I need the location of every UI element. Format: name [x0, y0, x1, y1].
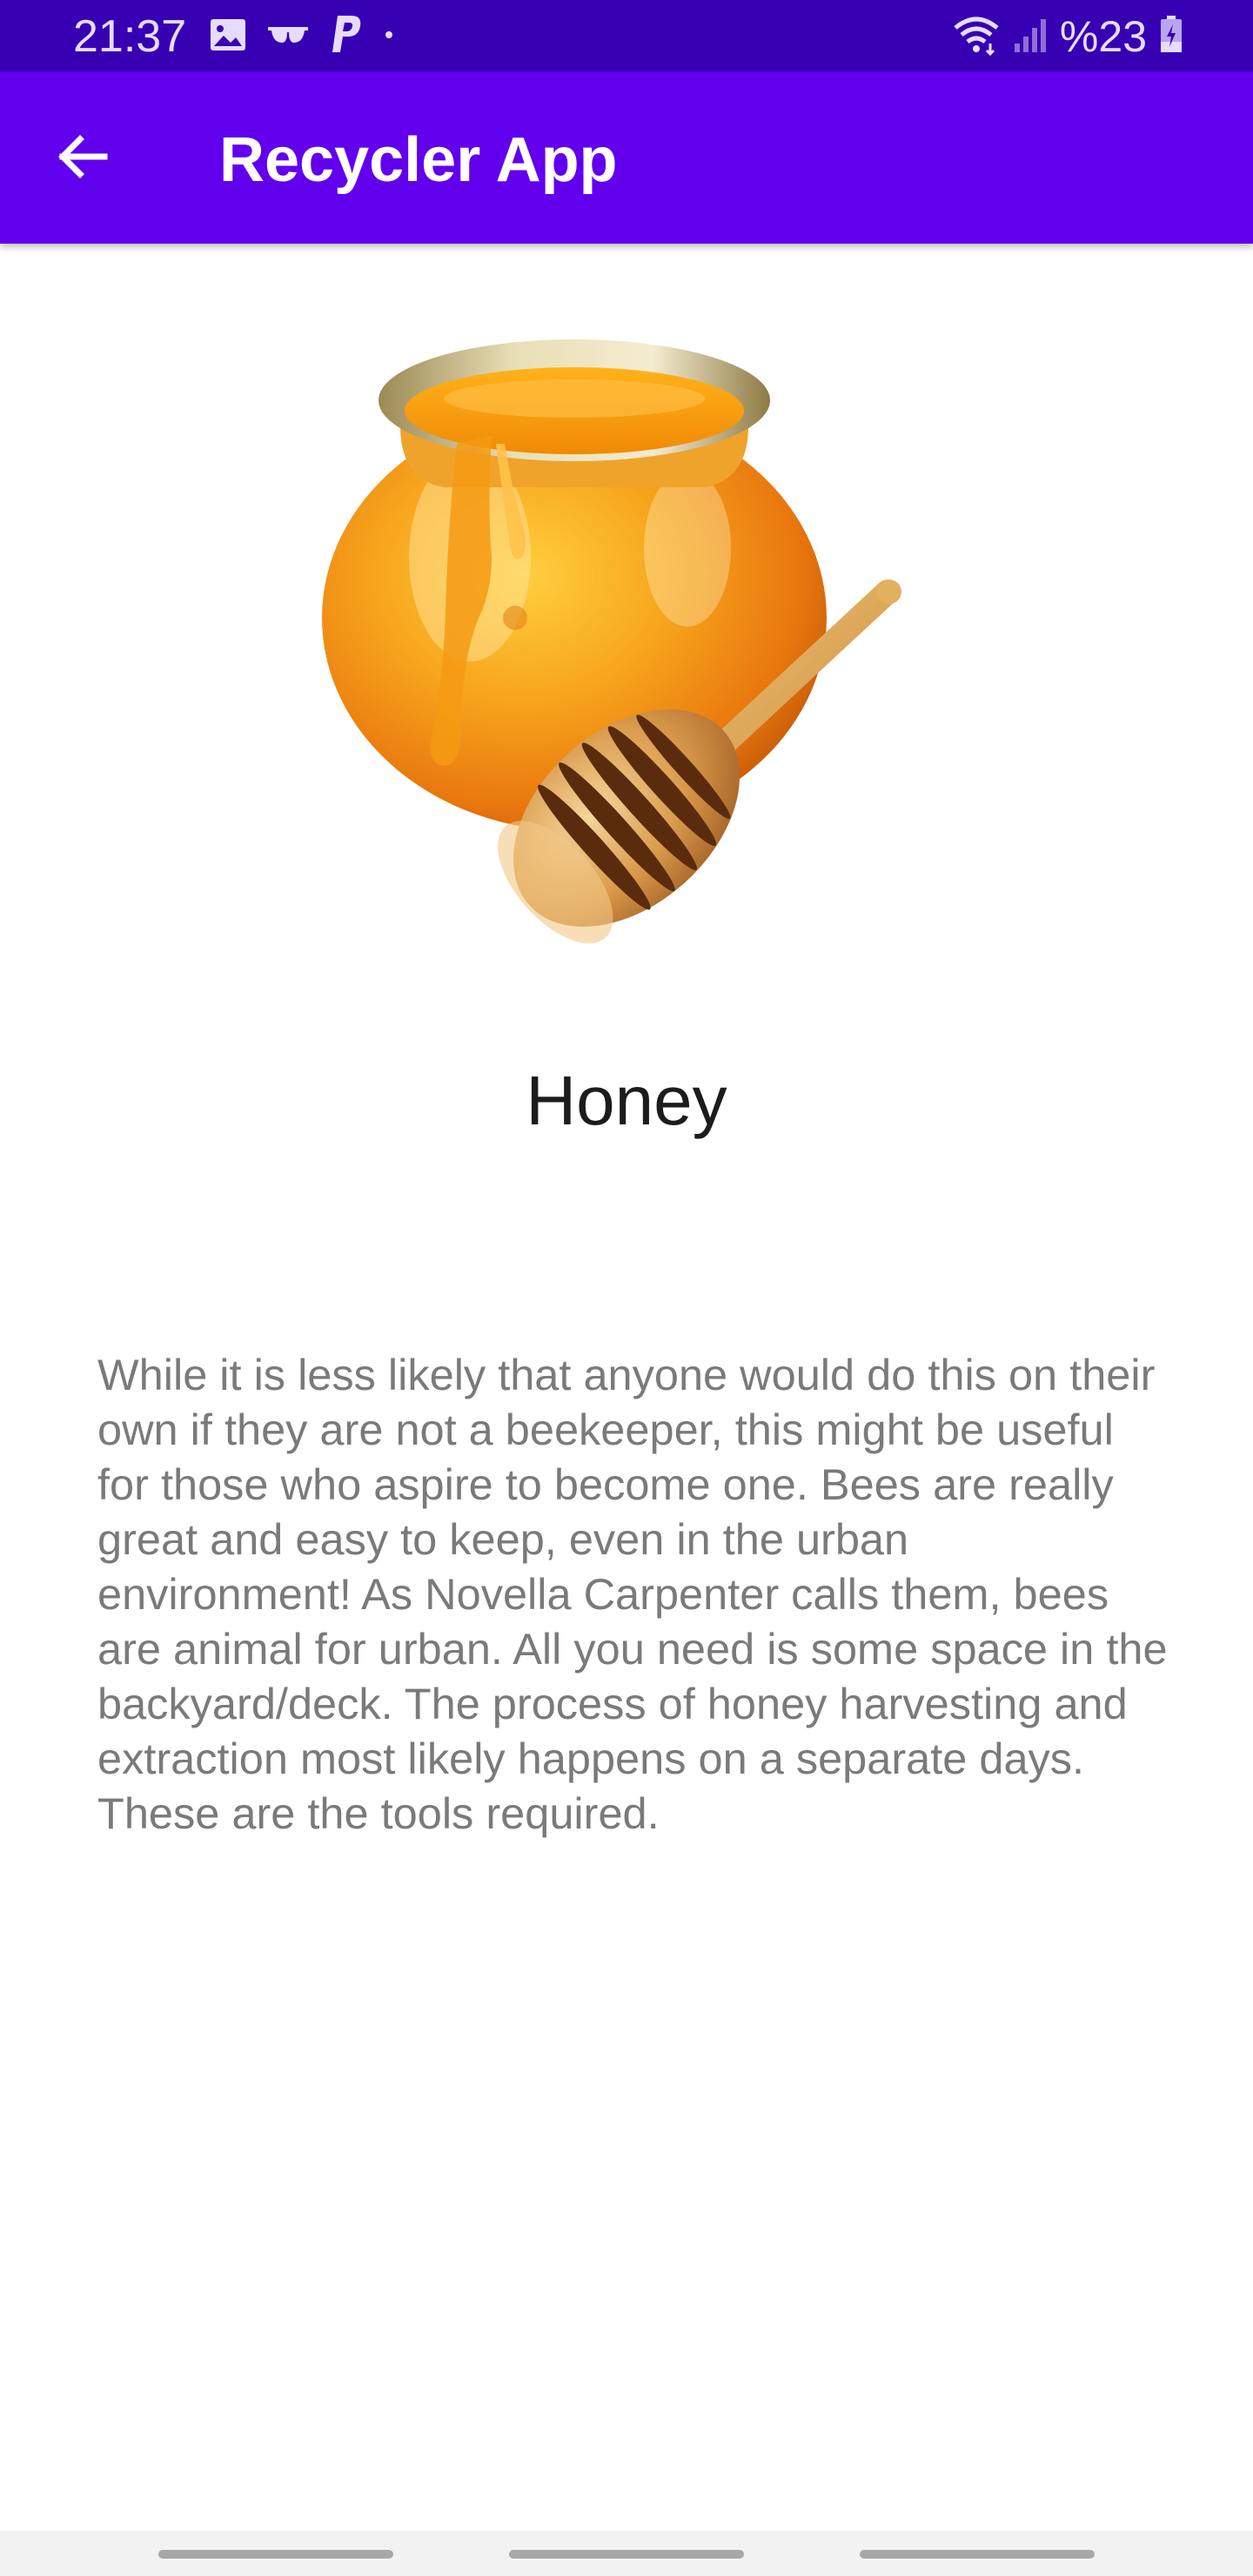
item-title: Honey [526, 1062, 727, 1139]
dot-icon [383, 29, 395, 45]
signal-icon [1013, 16, 1048, 58]
arrow-back-icon [54, 129, 110, 189]
status-icons-right: %23 [952, 10, 1183, 63]
status-time: 21:37 [73, 11, 187, 62]
navigation-bar [0, 2531, 1253, 2576]
item-description: While it is less likely that anyone woul… [97, 1350, 1168, 1838]
glasses-icon [266, 22, 310, 52]
battery-percent: %23 [1059, 12, 1147, 61]
nav-recents-handle[interactable] [158, 2550, 393, 2559]
status-icons-left [209, 14, 395, 60]
nav-back-handle[interactable] [860, 2550, 1095, 2559]
back-button[interactable] [35, 111, 129, 205]
screen: 21:37 %23 Recycler App Honey While it is… [0, 0, 1253, 2576]
wifi-icon [952, 14, 1001, 60]
nav-home-handle[interactable] [509, 2550, 744, 2559]
app-title: Recycler App [219, 125, 618, 195]
status-bar: 21:37 %23 [0, 0, 1253, 71]
battery-icon [1159, 15, 1183, 58]
paypal-icon [329, 14, 364, 60]
image-icon [209, 17, 247, 57]
honey-pot-image [313, 331, 940, 957]
app-bar: Recycler App [0, 71, 1253, 244]
